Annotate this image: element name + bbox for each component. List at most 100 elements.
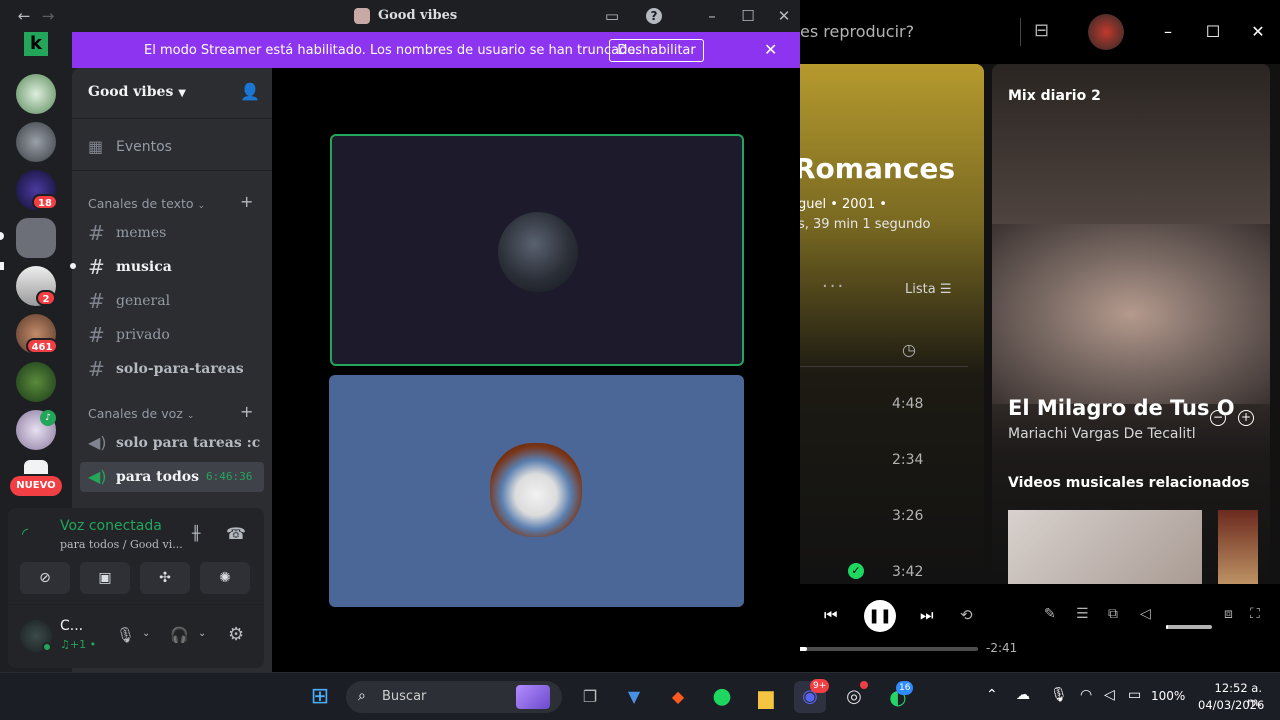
minimize-icon[interactable]: – (702, 6, 722, 26)
headphones-icon[interactable]: 🎧 (170, 626, 189, 644)
voice-category[interactable]: Canales de voz ⌄ (88, 406, 194, 421)
disconnect-icon[interactable]: ☎ (226, 524, 246, 543)
chevron-down-icon: ⌄ (186, 411, 195, 421)
playlist-name[interactable]: Mix diario 2 (1008, 88, 1101, 104)
text-category[interactable]: Canales de texto ⌄ (88, 196, 205, 211)
repeat-icon[interactable]: ⟲ (960, 606, 973, 624)
participant-tile[interactable] (329, 375, 744, 607)
channel-general[interactable]: # general (80, 286, 264, 316)
add-icon[interactable]: + (1238, 410, 1254, 426)
track-duration: 2:34 (892, 452, 924, 468)
disable-streamer-button[interactable]: Deshabilitar (609, 39, 704, 62)
vscode-icon[interactable]: ▼ (618, 681, 650, 713)
remove-icon[interactable]: − (1210, 410, 1226, 426)
profile-avatar[interactable] (1088, 14, 1124, 50)
unread-badge: 461 (26, 338, 58, 354)
help-icon[interactable]: ? (646, 8, 662, 24)
user-name[interactable]: C... (60, 618, 83, 634)
microphone-icon[interactable]: 🎙 (1050, 687, 1068, 703)
install-app-icon[interactable]: ⊟ (1034, 20, 1049, 41)
video-thumbnail[interactable] (1218, 510, 1258, 584)
noise-suppression-icon[interactable]: ╫ (192, 526, 200, 542)
soundboard-button[interactable]: ✺ (200, 562, 250, 594)
volume-icon[interactable]: ◁ (1104, 687, 1115, 703)
gear-icon[interactable]: ⚙ (228, 624, 244, 645)
file-explorer-icon[interactable]: ▆ (750, 681, 782, 713)
previous-icon[interactable]: ⏮ (824, 606, 838, 624)
tray-app-icon[interactable]: ☁ (1016, 687, 1030, 703)
add-channel-icon[interactable]: + (240, 402, 253, 421)
spotify-search-input[interactable]: es reproducir? (800, 22, 914, 41)
voice-channel-para-todos[interactable]: ◀) para todos 6:46:36 (80, 462, 264, 492)
server-icon[interactable] (16, 122, 56, 162)
volume-slider[interactable] (1166, 625, 1212, 629)
search-label: Buscar (382, 689, 427, 704)
spotify-icon[interactable]: ● (706, 681, 738, 713)
brave-icon[interactable]: ◆ (662, 681, 694, 713)
signal-icon[interactable]: ◜ (22, 524, 28, 543)
server-icon[interactable] (16, 74, 56, 114)
close-icon[interactable]: ✕ (1246, 20, 1270, 44)
chevron-up-icon[interactable]: ⌃ (986, 687, 998, 703)
song-title[interactable]: El Milagro de Tus O (1008, 396, 1235, 420)
minimize-icon[interactable]: – (1156, 20, 1180, 44)
channel-memes[interactable]: # memes (80, 218, 264, 248)
new-server-icon[interactable] (24, 460, 48, 474)
chevron-down-icon[interactable]: ⌄ (142, 628, 150, 639)
channel-label: general (116, 293, 171, 309)
channel-privado[interactable]: # privado (80, 320, 264, 350)
back-arrow-icon[interactable]: ← (14, 6, 34, 26)
lyrics-icon[interactable]: ✎ (1044, 606, 1056, 622)
events-item[interactable]: ▦ Eventos (80, 132, 264, 162)
windows-start-icon[interactable]: ⊞ (304, 681, 336, 713)
server-icon[interactable] (16, 362, 56, 402)
channel-label: memes (116, 225, 167, 241)
screen-share-icon[interactable]: ▭ (602, 6, 622, 26)
progress-bar[interactable] (798, 647, 978, 651)
fullscreen-icon[interactable]: ⛶ (1250, 606, 1260, 622)
voice-channel-solo-para-tareas[interactable]: ◀) solo para tareas :c (80, 428, 264, 458)
pause-button[interactable]: ❚❚ (864, 600, 896, 632)
camera-off-button[interactable]: ⊘ (20, 562, 70, 594)
titlebar: ← → Good vibes ▭ ? – ☐ ✕ (0, 0, 800, 32)
add-member-icon[interactable]: 👤 (240, 82, 260, 101)
voice-status[interactable]: Voz conectada (60, 518, 162, 534)
close-icon[interactable]: ✕ (764, 40, 777, 59)
view-mode-button[interactable]: Lista ☰ (905, 282, 952, 297)
close-icon[interactable]: ✕ (774, 6, 794, 26)
guild-name-button[interactable]: Good vibes ▼ (88, 84, 186, 100)
chevron-down-icon[interactable]: ⌄ (198, 628, 206, 639)
spotify-topbar: es reproducir? ⊟ – ☐ ✕ (798, 0, 1280, 64)
microphone-icon[interactable]: 🎙 (116, 626, 135, 644)
activities-button[interactable]: ✣ (140, 562, 190, 594)
add-channel-icon[interactable]: + (240, 192, 253, 211)
taskbar-search[interactable]: ⌕ Buscar (346, 681, 562, 713)
connect-device-icon[interactable]: ⧉ (1108, 606, 1118, 622)
queue-icon[interactable]: ☰ (1076, 606, 1089, 622)
artist-name[interactable]: Mariachi Vargas De Tecalitl (1008, 426, 1196, 442)
video-thumbnail[interactable] (1008, 510, 1202, 584)
saved-check-icon[interactable]: ✓ (848, 563, 864, 579)
share-screen-button[interactable]: ▣ (80, 562, 130, 594)
maximize-icon[interactable]: ☐ (738, 6, 758, 26)
more-options-button[interactable]: ··· (822, 276, 845, 297)
channel-musica[interactable]: # musica (80, 252, 264, 282)
next-icon[interactable]: ⏭ (920, 606, 934, 624)
battery-icon[interactable]: ▭ (1128, 687, 1141, 703)
discord-badge: 9+ (810, 679, 830, 693)
channel-solo-para-tareas[interactable]: # solo-para-tareas (80, 354, 264, 384)
server-icon[interactable] (16, 218, 56, 258)
voice-location[interactable]: para todos / Good vi... (60, 538, 183, 551)
divider (72, 118, 272, 119)
wifi-icon[interactable]: ◠ (1080, 687, 1092, 703)
participant-tile[interactable] (330, 134, 744, 366)
task-view-icon[interactable]: ❐ (574, 681, 606, 713)
maximize-icon[interactable]: ☐ (1201, 20, 1225, 44)
hash-icon: # (88, 221, 105, 245)
volume-icon[interactable]: ◁ (1140, 606, 1151, 622)
app-logo-icon[interactable]: k (24, 32, 48, 56)
miniplayer-icon[interactable]: ⧈ (1224, 606, 1233, 622)
clock-date[interactable]: 04/03/2026 (1198, 698, 1264, 712)
locked-hash-icon: # (88, 323, 105, 347)
forward-arrow-icon[interactable]: → (38, 6, 58, 26)
